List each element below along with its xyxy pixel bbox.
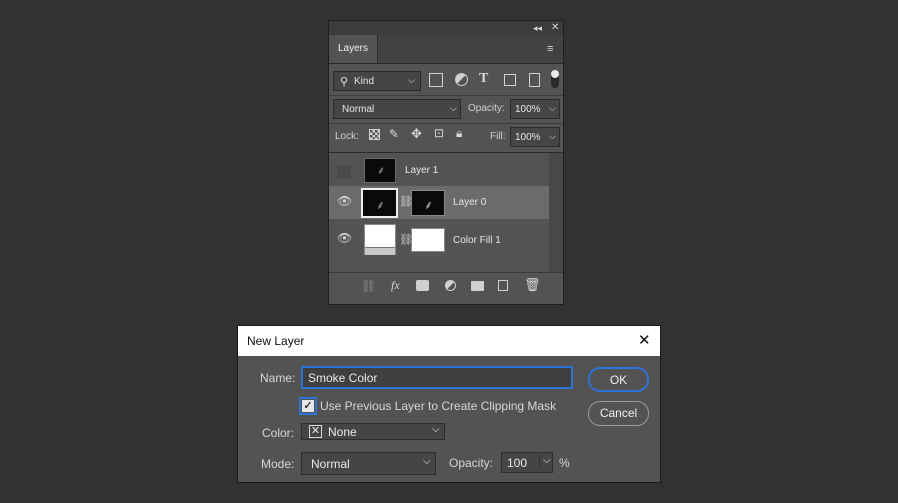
dialog-title: New Layer (247, 334, 305, 348)
panel-menu-icon[interactable]: ≡ (547, 42, 553, 56)
shape-filter-icon[interactable] (504, 74, 516, 86)
checkmark-icon: ✓ (302, 400, 314, 412)
smoke-image: ⸙ (377, 165, 386, 177)
visibility-toggle-off[interactable] (337, 165, 351, 179)
adjustment-filter-icon[interactable] (455, 73, 468, 86)
eye-icon[interactable]: 👁︎ (337, 194, 352, 208)
eye-icon[interactable]: 👁︎ (337, 231, 352, 245)
name-field-value: Smoke Color (308, 371, 378, 385)
group-folder-icon[interactable] (471, 281, 484, 291)
fx-icon[interactable]: fx (391, 278, 400, 293)
chevron-down-icon: ⌵ (432, 424, 440, 435)
collapse-icon[interactable]: ◂◂ (533, 21, 542, 35)
close-icon[interactable]: ✕ (638, 331, 651, 349)
fill-input[interactable]: 100% ⌵ (510, 127, 560, 147)
mode-label: Mode: (261, 457, 295, 471)
new-layer-icon[interactable] (498, 280, 508, 291)
new-layer-dialog: New Layer ✕ Name: Smoke Color ✓ Use Prev… (237, 325, 661, 483)
chevron-down-icon: ⌵ (423, 456, 431, 467)
fill-label: Fill: (490, 131, 506, 142)
link-layers-icon[interactable]: ⛓ (361, 279, 376, 293)
chevron-down-icon: ⌵ (408, 75, 415, 85)
blend-mode-select[interactable]: Normal ⌵ (333, 99, 461, 119)
lock-artboard-icon[interactable]: ⊡ (434, 126, 444, 140)
lock-brush-icon[interactable]: ✎ (389, 127, 399, 141)
filter-toggle-knob (551, 70, 559, 78)
lock-all-icon[interactable]: 🔒︎ (456, 126, 462, 141)
opacity-label: Opacity: (449, 456, 494, 470)
clipping-mask-label[interactable]: Use Previous Layer to Create Clipping Ma… (320, 399, 556, 413)
close-icon[interactable]: ✕ (551, 21, 559, 35)
mode-select[interactable]: Normal ⌵ (301, 452, 436, 475)
chevron-down-icon[interactable]: ⌵ (549, 131, 556, 142)
blend-mode-value: Normal (342, 104, 375, 115)
panel-footer: ⛓ fx 🗑︎ (329, 272, 563, 303)
adjustment-icon[interactable] (445, 280, 456, 291)
fill-value: 100% (515, 132, 541, 143)
layer-thumbnail (364, 224, 396, 255)
filter-kind-select[interactable]: ⚲ Kind ⌵ (333, 71, 421, 91)
chevron-down-icon: ⌵ (450, 103, 457, 113)
divider (329, 123, 563, 124)
filter-kind-label: Kind (354, 76, 375, 87)
smoke-image: ⸙ (376, 198, 386, 212)
type-filter-icon[interactable]: T (479, 71, 488, 87)
percent-sign: % (559, 456, 570, 470)
layer-mask-thumbnail: ⸙ (411, 190, 445, 216)
mode-value: Normal (311, 457, 350, 471)
panel-title-bar: ◂◂ ✕ (329, 21, 563, 35)
no-color-icon: ✕ (309, 425, 322, 438)
clipping-mask-checkbox[interactable]: ✓ (299, 397, 317, 415)
lock-position-icon[interactable]: ✥ (411, 126, 422, 142)
opacity-value: 100 (507, 456, 528, 470)
tab-bar: Layers ≡ (329, 35, 563, 64)
color-select[interactable]: ✕ None ⌵ (301, 423, 445, 440)
opacity-input[interactable]: 100 ⌵ (501, 452, 553, 473)
layers-panel: ◂◂ ✕ Layers ≡ ⚲ Kind ⌵ T Normal ⌵ Opacit… (328, 20, 564, 305)
lock-transparent-icon[interactable] (369, 129, 380, 140)
opacity-input[interactable]: 100% ⌵ (510, 99, 560, 119)
opacity-label: Opacity: (468, 103, 505, 114)
color-value: None (328, 425, 357, 439)
layer-name[interactable]: Layer 0 (453, 197, 486, 208)
layer-name[interactable]: Color Fill 1 (453, 235, 501, 246)
layer-row[interactable]: ⸙ Layer 1 (329, 155, 549, 185)
layer-thumbnail: ⸙ (364, 158, 396, 183)
smart-object-filter-icon[interactable] (529, 73, 540, 87)
name-field[interactable]: Smoke Color (301, 366, 573, 389)
lock-label: Lock: (335, 131, 359, 142)
color-label: Color: (262, 426, 295, 440)
layer-list: ⸙ Layer 1 👁︎ ⸙ ⛓ ⸙ Layer 0 👁︎ ⛓ Color Fi… (329, 152, 563, 273)
layer-name[interactable]: Layer 1 (405, 165, 438, 176)
mask-icon[interactable] (416, 280, 429, 291)
pixel-filter-icon[interactable] (429, 73, 443, 87)
opacity-value: 100% (515, 104, 541, 115)
layer-mask-thumbnail (411, 228, 445, 252)
trash-icon[interactable]: 🗑︎ (524, 277, 541, 293)
cancel-button[interactable]: Cancel (588, 401, 649, 426)
chevron-down-icon[interactable]: ⌵ (549, 103, 556, 114)
dialog-title-bar: New Layer ✕ (238, 326, 660, 356)
filter-toggle[interactable] (551, 70, 559, 88)
layer-row-selected[interactable]: 👁︎ ⸙ ⛓ ⸙ Layer 0 (329, 186, 549, 219)
layer-thumbnail: ⸙ (361, 188, 398, 218)
ok-button[interactable]: OK (588, 367, 649, 392)
layer-row[interactable]: 👁︎ ⛓ Color Fill 1 (329, 221, 549, 257)
divider (329, 95, 563, 96)
fill-layer-badge (365, 247, 395, 255)
chevron-down-icon[interactable]: ⌵ (539, 455, 551, 466)
tab-layers[interactable]: Layers (329, 35, 378, 63)
name-label: Name: (260, 371, 296, 385)
scrollbar[interactable] (549, 153, 563, 273)
smoke-image: ⸙ (424, 198, 434, 212)
search-icon: ⚲ (340, 76, 349, 88)
